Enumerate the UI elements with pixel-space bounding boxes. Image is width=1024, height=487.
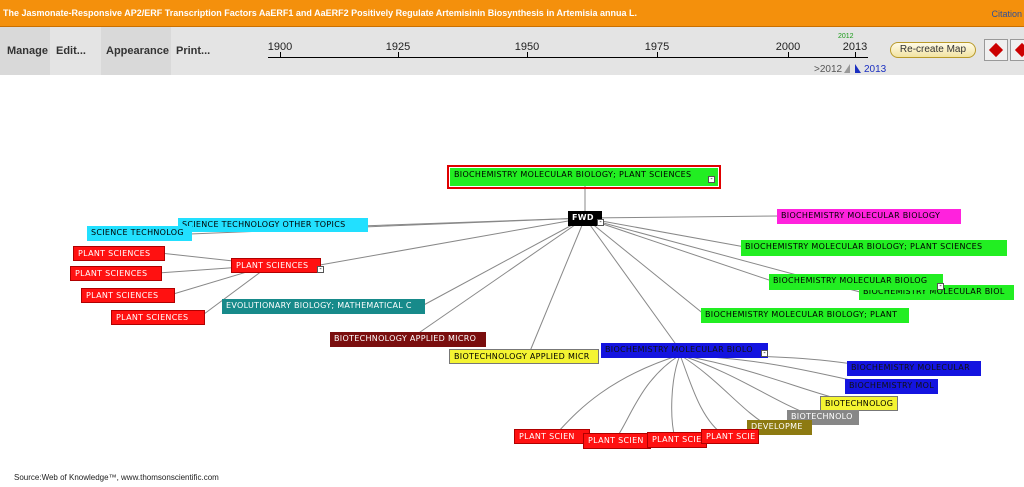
node-plant-sciences-hub[interactable]: PLANT SCIENCES <box>231 258 321 273</box>
node-evolutionary-biology[interactable]: EVOLUTIONARY BIOLOGY; MATHEMATICAL C <box>222 299 425 314</box>
collapse-icon[interactable]: - <box>761 350 768 357</box>
node-bmb-plant-top[interactable]: BIOCHEMISTRY MOLECULAR BIOLOGY; PLANT SC… <box>447 165 721 189</box>
node-bottom-plant-sciences[interactable]: PLANT SCIEN <box>514 429 590 444</box>
node-biotech-applied-micr[interactable]: BIOTECHNOLOGY APPLIED MICR <box>449 349 599 364</box>
collapse-icon[interactable]: - <box>597 219 604 226</box>
source-footer: Source:Web of Knowledge™, www.thomsonsci… <box>14 473 219 482</box>
node-plant-sciences[interactable]: PLANT SCIENCES <box>70 266 162 281</box>
collapse-icon[interactable]: - <box>937 283 944 290</box>
node-bottom-plant-sciences[interactable]: PLANT SCIE <box>701 429 759 444</box>
collapse-icon[interactable]: - <box>708 176 715 183</box>
node-bottom-plant-sciences[interactable]: PLANT SCIEN <box>583 433 651 449</box>
node-sci-tech-other[interactable]: SCIENCE TECHNOLOGY OTHER TOPICS <box>178 218 368 232</box>
collapse-icon[interactable]: - <box>317 266 324 273</box>
node-bmb-plant[interactable]: BIOCHEMISTRY MOLECULAR BIOLOGY; PLANT <box>701 308 909 323</box>
node-bmb-blue-a[interactable]: BIOCHEMISTRY MOLECULAR <box>847 361 981 376</box>
node-plant-sciences[interactable]: PLANT SCIENCES <box>81 288 175 303</box>
node-bmb-plant-green[interactable]: BIOCHEMISTRY MOLECULAR BIOLOGY; PLANT SC… <box>741 240 1007 256</box>
node-sci-tech[interactable]: SCIENCE TECHNOLOG <box>87 226 192 241</box>
node-bmb-blue-hub[interactable]: BIOCHEMISTRY MOLECULAR BIOLO <box>601 343 768 358</box>
node-bmb-blue-b[interactable]: BIOCHEMISTRY MOL <box>845 379 938 394</box>
node-bmb-green-a[interactable]: BIOCHEMISTRY MOLECULAR BIOLOG <box>769 274 943 290</box>
node-plant-sciences[interactable]: PLANT SCIENCES <box>73 246 165 261</box>
node-biotech-yellow[interactable]: BIOTECHNOLOG <box>820 396 898 411</box>
node-bottom-plant-sciences[interactable]: PLANT SCIE <box>647 432 707 448</box>
node-biotech-applied-micro[interactable]: BIOTECHNOLOGY APPLIED MICRO <box>330 332 486 347</box>
node-bmb-magenta[interactable]: BIOCHEMISTRY MOLECULAR BIOLOGY <box>777 209 961 224</box>
node-plant-sciences[interactable]: PLANT SCIENCES <box>111 310 205 325</box>
